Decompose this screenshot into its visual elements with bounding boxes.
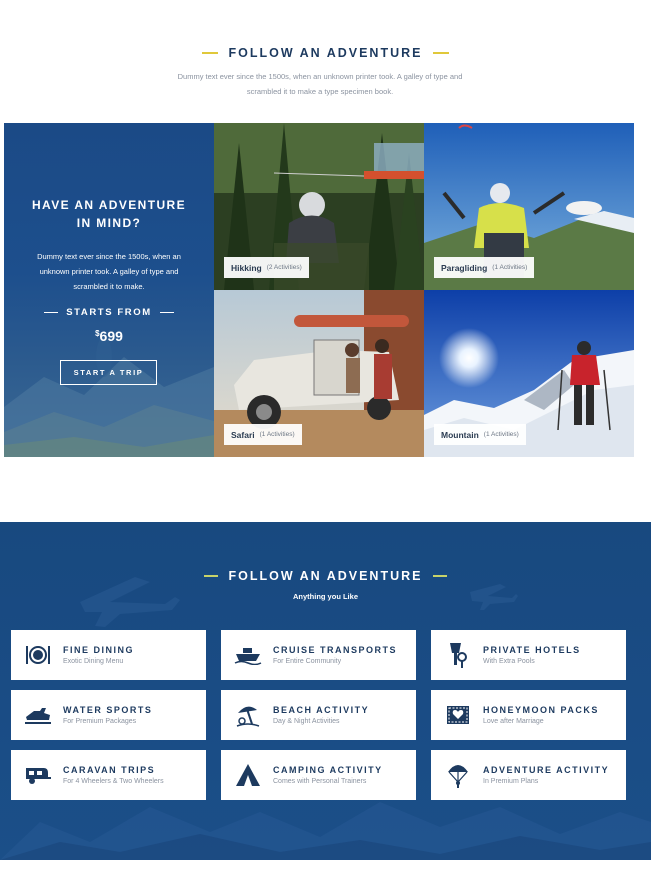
- services-section: FOLLOW AN ADVENTURE Anything you Like FI…: [0, 522, 651, 860]
- start-trip-button[interactable]: START A TRIP: [60, 360, 157, 385]
- service-subtitle: Love after Marriage: [483, 718, 544, 725]
- page-bottom-spacer: [0, 860, 651, 870]
- service-card-caravan-trips[interactable]: CARAVAN TRIPS For 4 Wheelers & Two Wheele…: [11, 750, 206, 800]
- heading-right-bar: [432, 52, 449, 54]
- service-title: WATER SPORTS: [63, 705, 153, 715]
- cruise-icon: [234, 641, 262, 669]
- service-card-camping-activity[interactable]: CAMPING ACTIVITY Comes with Personal Trai…: [221, 750, 416, 800]
- service-card-honeymoon-packs[interactable]: HONEYMOON PACKS Love after Marriage: [431, 690, 626, 740]
- section-title: FOLLOW AN ADVENTURE: [228, 46, 423, 60]
- activity-tag: Safari (1 Activities): [224, 424, 302, 445]
- service-title: HONEYMOON PACKS: [483, 705, 599, 715]
- honeymoon-icon: [444, 701, 472, 729]
- service-subtitle: With Extra Pools: [483, 658, 535, 665]
- hotel-icon: [444, 641, 472, 669]
- service-subtitle: For 4 Wheelers & Two Wheelers: [63, 778, 164, 785]
- activity-tile-mountain[interactable]: Mountain (1 Activities): [424, 290, 634, 457]
- service-card-private-hotels[interactable]: PRIVATE HOTELS With Extra Pools: [431, 630, 626, 680]
- service-subtitle: In Premium Plans: [483, 778, 539, 785]
- activity-tag: Hikking (2 Activities): [224, 257, 309, 278]
- activity-tile-paragliding[interactable]: Paragliding (1 Activities): [424, 123, 634, 290]
- starts-from-label: STARTS FROM: [4, 307, 214, 318]
- section-subtitle: Anything you Like: [292, 592, 358, 601]
- activity-tile-safari[interactable]: Safari (1 Activities): [214, 290, 424, 457]
- promo-panel: HAVE AN ADVENTURE IN MIND? Dummy text ev…: [4, 123, 214, 457]
- activity-tag: Paragliding (1 Activities): [434, 257, 535, 278]
- service-card-adventure-activity[interactable]: ADVENTURE ACTIVITY In Premium Plans: [431, 750, 626, 800]
- activity-tile-hiking[interactable]: Hikking (2 Activities): [214, 123, 424, 290]
- service-subtitle: Exotic Dining Menu: [63, 658, 124, 665]
- parachute-icon: [444, 761, 472, 789]
- tent-icon: [234, 761, 262, 789]
- jetski-icon: [24, 701, 52, 729]
- promo-description: Dummy text ever since the 1500s, when an…: [37, 252, 181, 291]
- section-heading: FOLLOW AN ADVENTURE: [0, 569, 651, 583]
- service-title: ADVENTURE ACTIVITY: [483, 765, 610, 775]
- service-subtitle: For Premium Packages: [63, 718, 137, 725]
- section-title: FOLLOW AN ADVENTURE: [228, 569, 423, 583]
- adventure-section: FOLLOW AN ADVENTURE Dummy text ever sinc…: [0, 0, 651, 522]
- service-card-cruise-transports[interactable]: CRUISE TRANSPORTS For Entire Community: [221, 630, 416, 680]
- service-title: CRUISE TRANSPORTS: [273, 645, 398, 655]
- beach-icon: [234, 701, 262, 729]
- service-subtitle: Comes with Personal Trainers: [273, 778, 367, 785]
- caravan-icon: [24, 761, 52, 789]
- service-card-fine-dining[interactable]: FINE DINING Exotic Dining Menu: [11, 630, 206, 680]
- service-title: PRIVATE HOTELS: [483, 645, 581, 655]
- promo-price: $699: [95, 328, 123, 344]
- section-heading: FOLLOW AN ADVENTURE: [0, 46, 651, 60]
- service-title: BEACH ACTIVITY: [273, 705, 370, 715]
- service-card-beach-activity[interactable]: BEACH ACTIVITY Day & Night Activities: [221, 690, 416, 740]
- promo-title: HAVE AN ADVENTURE IN MIND?: [31, 198, 187, 230]
- heading-left-bar: [202, 52, 219, 54]
- service-subtitle: For Entire Community: [273, 658, 342, 665]
- activity-tag: Mountain (1 Activities): [434, 424, 526, 445]
- service-title: FINE DINING: [63, 645, 135, 655]
- section-subtitle: Dummy text ever since the 1500s, when an…: [177, 72, 463, 96]
- service-title: CARAVAN TRIPS: [63, 765, 156, 775]
- service-subtitle: Day & Night Activities: [273, 718, 340, 725]
- service-card-water-sports[interactable]: WATER SPORTS For Premium Packages: [11, 690, 206, 740]
- dining-icon: [24, 641, 52, 669]
- service-title: CAMPING ACTIVITY: [273, 765, 383, 775]
